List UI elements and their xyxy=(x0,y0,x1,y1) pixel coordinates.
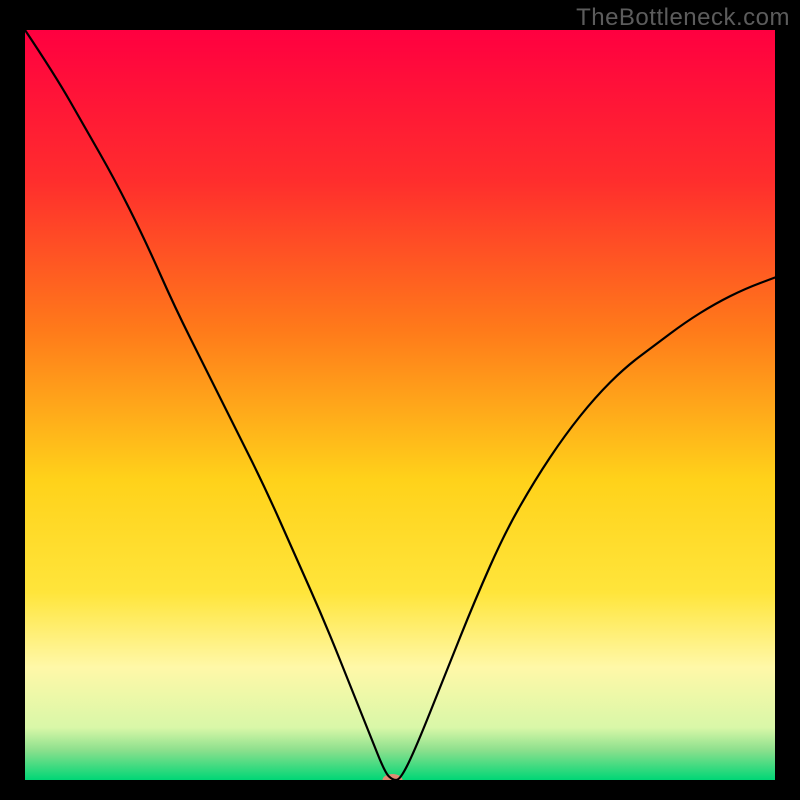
watermark-text: TheBottleneck.com xyxy=(576,4,790,32)
bottleneck-chart xyxy=(25,30,775,780)
chart-frame: TheBottleneck.com xyxy=(0,0,800,800)
plot-background xyxy=(25,30,775,780)
